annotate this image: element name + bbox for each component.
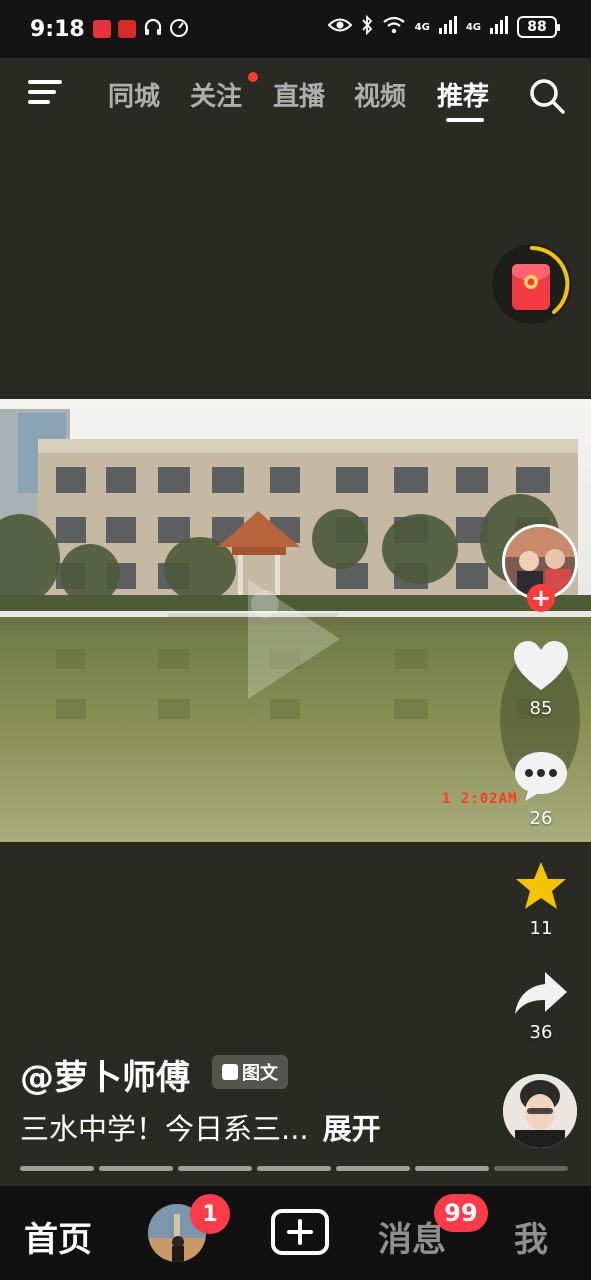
author-name[interactable]: @萝卜师傅: [20, 1050, 190, 1099]
top-nav: 同城 关注 直播 视频 推荐: [0, 58, 591, 130]
slide-progress-segment-current: [494, 1166, 568, 1171]
expand-caption-button[interactable]: 展开: [323, 1112, 381, 1146]
slide-progress-segment: [178, 1166, 252, 1171]
active-tab-indicator: [446, 118, 484, 122]
plus-icon: [287, 1219, 313, 1245]
network-type-1: 4G: [414, 21, 430, 33]
slide-progress-segment: [257, 1166, 331, 1171]
create-post-button[interactable]: [271, 1209, 329, 1255]
comment-count: 26: [529, 808, 553, 829]
tab-home[interactable]: 首页: [24, 1212, 92, 1261]
status-time: 9:18: [30, 16, 85, 42]
search-icon: [530, 79, 565, 114]
battery-indicator: 88: [517, 16, 560, 38]
like-count: 85: [529, 698, 553, 719]
status-indicators: 4G 4G 88: [327, 14, 560, 39]
favorite-button[interactable]: 11: [510, 860, 572, 939]
tab-recommended[interactable]: 推荐: [437, 76, 489, 113]
tab-me[interactable]: 我: [514, 1212, 548, 1261]
signal-icon: [438, 16, 457, 38]
bluetooth-icon: [361, 14, 373, 39]
wifi-icon: [382, 16, 406, 38]
share-count: 36: [529, 1022, 553, 1043]
slide-progress-segment: [415, 1166, 489, 1171]
slide-progress-segment: [336, 1166, 410, 1171]
music-disc[interactable]: [503, 1074, 577, 1148]
friends-badge: 1: [190, 1194, 230, 1234]
eye-icon: [327, 17, 353, 37]
share-arrow-icon: [515, 972, 567, 1014]
menu-button[interactable]: [28, 80, 64, 110]
image-text-icon: [222, 1064, 238, 1080]
favorite-count: 11: [529, 918, 553, 939]
comment-icon: [515, 752, 567, 801]
speedometer-icon: [169, 17, 189, 41]
badge-label: 图文: [242, 1063, 278, 1084]
heart-icon: [514, 641, 568, 690]
slide-progress-segment: [99, 1166, 173, 1171]
status-bar: 9:18 4G 4G 88: [0, 0, 591, 58]
photo-timestamp: 1 2:02AM: [442, 791, 518, 807]
like-button[interactable]: 85: [510, 640, 572, 719]
network-type-2: 4G: [465, 21, 481, 33]
caption-text: 三水中学！今日系三...: [20, 1112, 309, 1146]
red-envelope-icon: [512, 246, 570, 314]
star-icon: [516, 862, 566, 909]
slide-progress: [20, 1166, 568, 1171]
signal-icon: [490, 16, 508, 38]
messages-badge: 99: [434, 1194, 488, 1232]
tab-following[interactable]: 关注: [190, 76, 242, 113]
slide-progress-segment: [20, 1166, 94, 1171]
tab-live[interactable]: 直播: [273, 76, 325, 113]
tab-nearby[interactable]: 同城: [108, 76, 160, 113]
red-envelope-reward-widget[interactable]: [492, 244, 572, 324]
post-photo[interactable]: 1 2:02AM: [0, 399, 591, 842]
tab-videos[interactable]: 视频: [354, 76, 406, 113]
following-unread-dot: [248, 72, 258, 82]
post-caption[interactable]: 三水中学！今日系三... 展开: [20, 1106, 381, 1148]
share-button[interactable]: 36: [510, 970, 572, 1043]
image-text-badge: 图文: [212, 1055, 288, 1089]
app-notification-icon: [92, 20, 111, 38]
search-button[interactable]: [527, 76, 567, 116]
headphone-icon: [143, 17, 163, 41]
app-notification-icon: [117, 20, 136, 38]
bottom-tab-bar: 首页 1 消息 99 我: [0, 1186, 591, 1280]
comment-button[interactable]: 26: [510, 750, 572, 829]
follow-button[interactable]: +: [527, 584, 555, 612]
